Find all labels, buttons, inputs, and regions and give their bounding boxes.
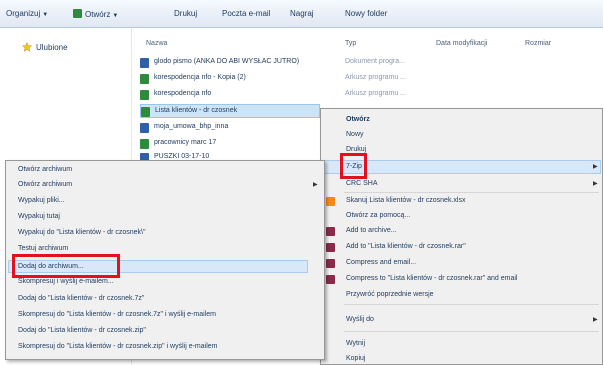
column-header-name[interactable]: Nazwa (146, 40, 167, 47)
file-row-selected[interactable]: Lista klientów - dr czosnek (140, 104, 320, 118)
submenu-item-compress-7z-email[interactable]: Skompresuj do "Lista klientów - dr czosn… (18, 311, 216, 318)
submenu-item-open-archive[interactable]: Otwórz archiwum (18, 166, 72, 173)
submenu-item-compress-zip-email[interactable]: Skompresuj do "Lista klientów - dr czosn… (18, 343, 217, 350)
context-menu-item-print[interactable]: Drukuj (346, 146, 366, 153)
nav-item-favorites-label: Ulubione (36, 43, 68, 52)
submenu-item-compress-email[interactable]: Skompresuj i wyślij e-mailem... (18, 278, 114, 285)
nav-item-favorites[interactable]: Ulubione (22, 42, 68, 52)
burn-button[interactable]: Nagraj (290, 9, 314, 18)
file-type: Arkusz programu ... (345, 74, 407, 81)
context-menu-item-crc-sha[interactable]: CRC SHA (346, 180, 378, 187)
context-menu-item-copy[interactable]: Kopiuj (346, 355, 365, 362)
context-menu-item-add-to-rar[interactable]: Add to "Lista klientów - dr czosnek.rar" (346, 243, 466, 250)
excel-icon (73, 9, 82, 18)
context-menu-item-compress-email[interactable]: Compress and email... (346, 259, 416, 266)
context-menu-item-restore-versions[interactable]: Przywróć poprzednie wersje (346, 291, 434, 298)
file-name: korespodencja nfo (154, 90, 212, 97)
excel-file-icon (140, 139, 149, 149)
highlight-box-7zip (340, 153, 367, 179)
highlight-box-add-to-archive (12, 254, 120, 278)
organize-button[interactable]: Organizuj ▼ (6, 9, 48, 18)
submenu-item-extract-here[interactable]: Wypakuj tutaj (18, 213, 60, 220)
word-document-icon (140, 58, 149, 68)
winrar-icon (326, 243, 335, 252)
file-row[interactable]: moja_umowa_bhp_inna (140, 121, 320, 135)
context-menu-item-compress-rar-email[interactable]: Compress to "Lista klientów - dr czosnek… (346, 275, 517, 282)
submenu-arrow-icon: ▶ (313, 182, 318, 188)
submenu-arrow-icon: ▶ (593, 317, 598, 323)
submenu-arrow-icon: ▶ (593, 181, 598, 187)
context-menu-item-new[interactable]: Nowy (346, 131, 364, 138)
command-bar: Organizuj ▼ Otwórz ▼ Drukuj Poczta e-mail … (0, 0, 603, 28)
open-button[interactable]: Otwórz ▼ (73, 9, 118, 19)
file-row[interactable]: pracownicy marc 17 (140, 137, 320, 151)
file-name: PUSZKI 03-17-10 (154, 153, 210, 160)
context-menu-item-send-to[interactable]: Wyślij do (346, 316, 374, 323)
submenu-item-extract-to[interactable]: Wypakuj do "Lista klientów - dr czosnek\… (18, 229, 145, 236)
file-name: pracownicy marc 17 (154, 139, 217, 146)
menu-separator (344, 331, 599, 332)
print-button[interactable]: Drukuj (174, 9, 197, 18)
word-document-icon (140, 123, 149, 133)
submenu-item-extract-files[interactable]: Wypakuj pliki... (18, 197, 65, 204)
submenu-item-add-to-7z[interactable]: Dodaj do "Lista klientów - dr czosnek.7z… (18, 295, 144, 302)
file-row[interactable]: korespodencja nfo - Kopia (2) Arkusz pro… (140, 72, 480, 86)
excel-file-icon (141, 107, 150, 117)
excel-file-icon (140, 90, 149, 100)
file-type: Arkusz programu ... (345, 90, 407, 97)
submenu-item-open-archive-more[interactable]: Otwórz archiwum (18, 181, 72, 188)
context-menu-item-open-with[interactable]: Otwórz za pomocą... (346, 212, 410, 219)
star-icon (22, 42, 32, 52)
file-row[interactable]: korespodencja nfo Arkusz programu ... (140, 88, 480, 102)
word-document-icon (140, 153, 149, 160)
winrar-icon (326, 275, 335, 284)
chevron-down-icon: ▼ (112, 13, 119, 19)
column-header-date[interactable]: Data modyfikacji (436, 40, 487, 47)
submenu-item-test-archive[interactable]: Testuj archiwum (18, 245, 68, 252)
file-row[interactable]: PUSZKI 03-17-10 (140, 151, 320, 160)
file-name: moja_umowa_bhp_inna (154, 123, 229, 130)
organize-label: Organizuj (6, 9, 41, 18)
context-menu-item-open[interactable]: Otwórz (346, 116, 370, 123)
context-menu-item-add-to-archive[interactable]: Add to archive... (346, 227, 397, 234)
submenu-item-add-to-zip[interactable]: Dodaj do "Lista klientów - dr czosnek.zi… (18, 327, 146, 334)
file-name: Lista klientów - dr czosnek (155, 107, 238, 114)
antivirus-icon (326, 197, 335, 206)
open-label: Otwórz (85, 10, 111, 19)
email-button[interactable]: Poczta e-mail (222, 9, 270, 18)
winrar-icon (326, 227, 335, 236)
context-menu-item-scan[interactable]: Skanuj Lista klientów - dr czosnek.xlsx (346, 197, 465, 204)
chevron-down-icon: ▼ (42, 12, 49, 18)
file-row[interactable]: glodo pismo (ANKA DO ABI WYSŁAC JUTRO) D… (140, 56, 480, 70)
new-folder-button[interactable]: Nowy folder (345, 9, 387, 18)
submenu-arrow-icon: ▶ (593, 164, 598, 170)
file-type: Dokument progra... (345, 58, 405, 65)
excel-file-icon (140, 74, 149, 84)
winrar-icon (326, 259, 335, 268)
file-name: glodo pismo (ANKA DO ABI WYSŁAC JUTRO) (154, 58, 300, 65)
column-header-size[interactable]: Rozmiar (525, 40, 551, 47)
menu-separator (344, 304, 599, 305)
file-name: korespodencja nfo - Kopia (2) (154, 74, 246, 81)
context-menu-item-cut[interactable]: Wytnij (346, 340, 365, 347)
column-header-type[interactable]: Typ (345, 40, 356, 47)
menu-separator (344, 192, 599, 193)
